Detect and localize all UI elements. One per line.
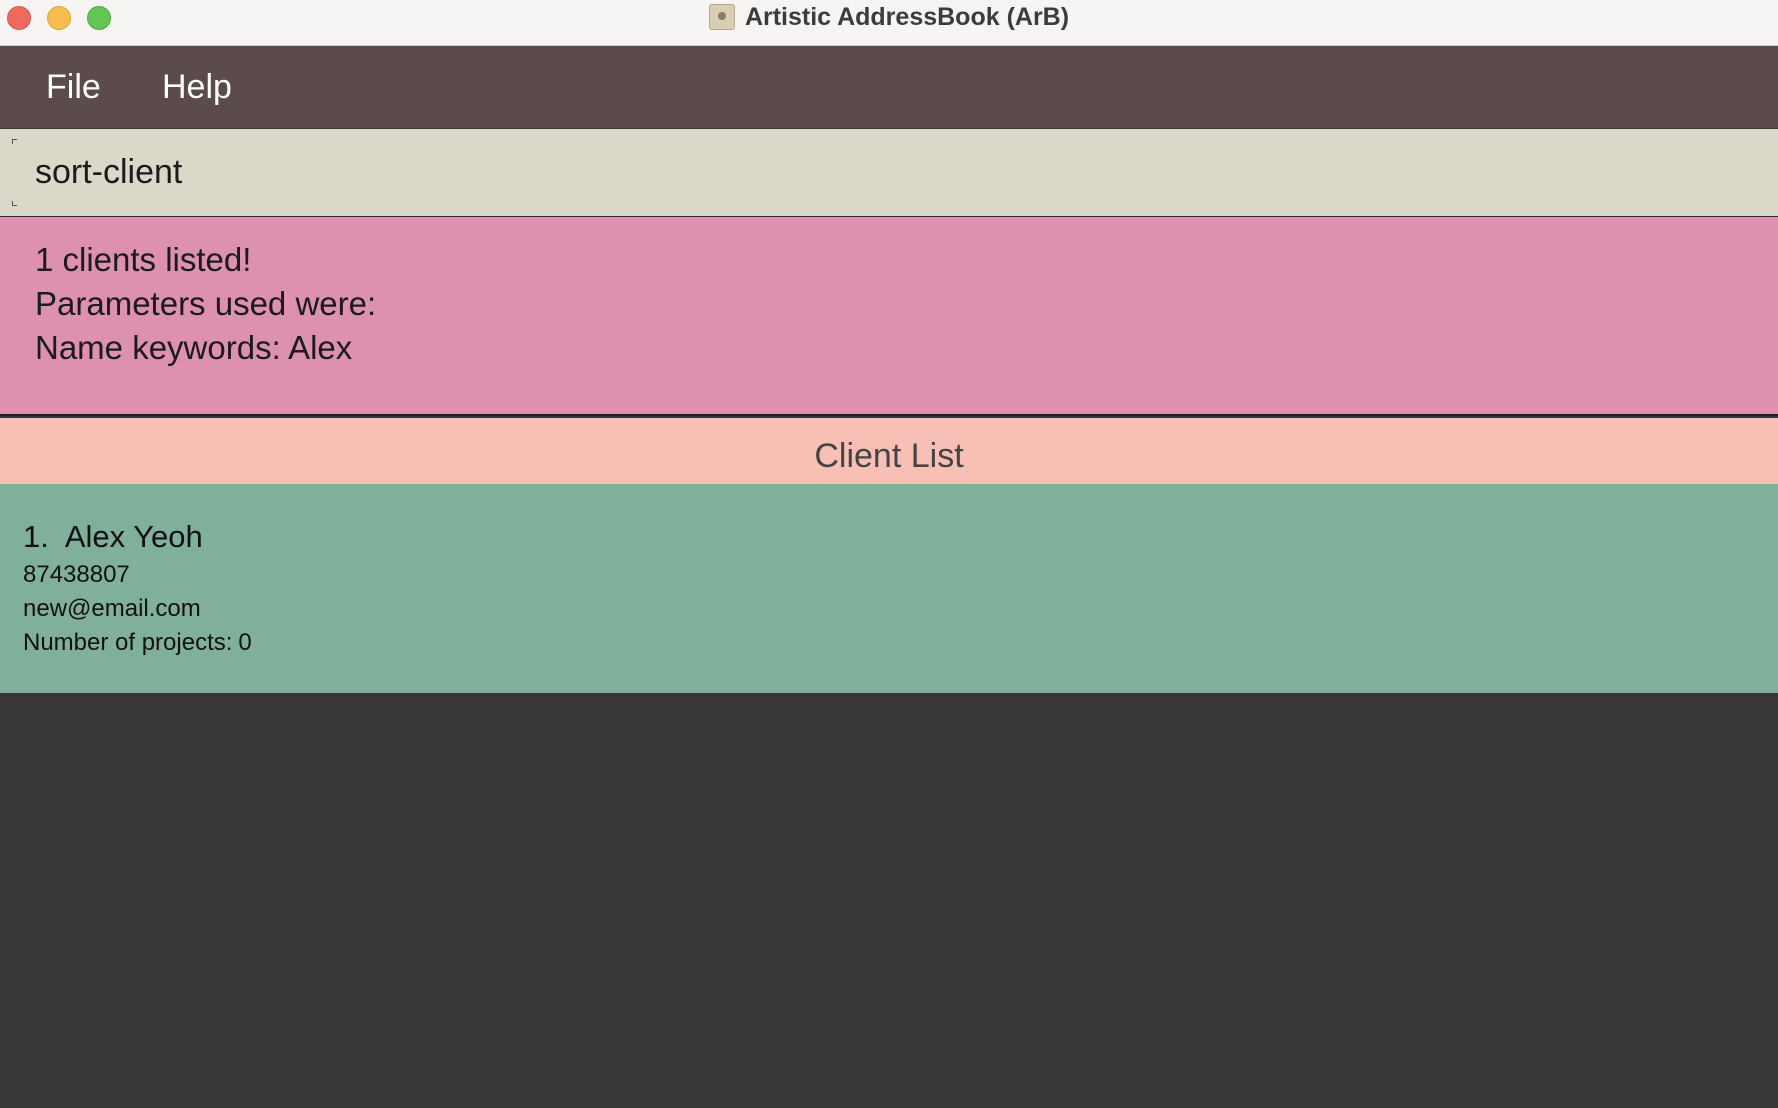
client-card[interactable]: 1. Alex Yeoh 87438807 new@email.com Numbe…	[0, 484, 1778, 693]
client-projects-label: Number of projects:	[23, 629, 233, 656]
client-name: Alex Yeoh	[64, 519, 203, 554]
app-window: Artistic AddressBook (ArB) File Help 1 c…	[0, 0, 1778, 1108]
client-index: 1.	[23, 519, 49, 554]
client-list-empty-area	[0, 693, 1778, 1108]
result-message-line: Name keywords: Alex	[35, 329, 353, 366]
client-list-header: Client List	[0, 418, 1778, 484]
client-email: new@email.com	[23, 595, 201, 622]
client-projects-count: 0	[238, 629, 252, 656]
client-list-title: Client List	[814, 436, 964, 475]
client-phone: 87438807	[23, 561, 130, 588]
command-box	[0, 129, 1778, 217]
menu-file[interactable]: File	[46, 68, 101, 107]
client-name-row: 1. Alex Yeoh	[23, 519, 203, 555]
menu-bar: File Help	[0, 46, 1778, 128]
menu-help[interactable]: Help	[162, 68, 232, 107]
result-message-line: 1 clients listed!	[35, 241, 252, 278]
result-display: 1 clients listed! Parameters used were: …	[0, 217, 1778, 416]
client-projects: Number of projects: 0	[23, 629, 252, 657]
command-input[interactable]	[12, 139, 1752, 205]
address-book-icon	[708, 4, 735, 30]
window-title: Artistic AddressBook (ArB)	[744, 2, 1070, 31]
title-bar[interactable]: Artistic AddressBook (ArB)	[0, 0, 1778, 46]
window-title-group: Artistic AddressBook (ArB)	[0, 0, 1778, 34]
result-message-line: Parameters used were:	[35, 285, 377, 322]
